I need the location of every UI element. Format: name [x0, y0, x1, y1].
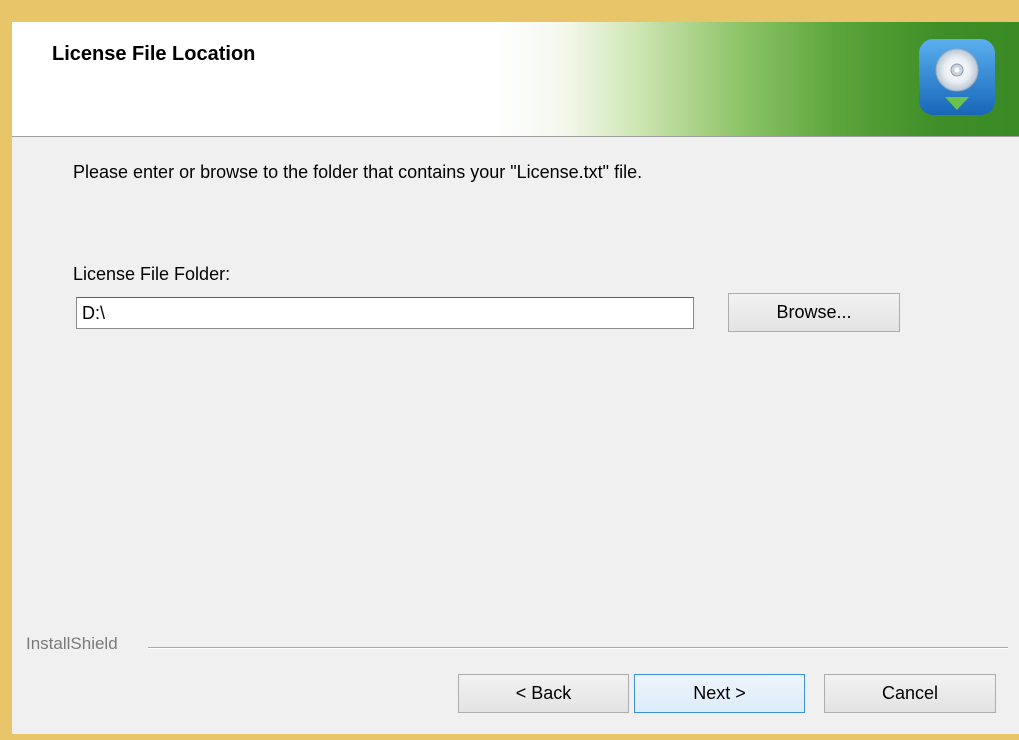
browse-button[interactable]: Browse... — [728, 293, 900, 332]
page-title: License File Location — [52, 43, 256, 65]
next-button[interactable]: Next > — [634, 674, 805, 713]
license-folder-input[interactable] — [76, 297, 694, 329]
back-button[interactable]: < Back — [458, 674, 629, 713]
window-frame-top — [0, 0, 1019, 8]
dialog-header: License File Location — [12, 22, 1019, 137]
install-cd-icon — [919, 39, 995, 115]
instruction-text: Please enter or browse to the folder tha… — [73, 162, 643, 182]
installshield-brand: InstallShield — [26, 634, 118, 653]
license-folder-label: License File Folder: — [73, 264, 231, 284]
footer-divider — [148, 647, 1008, 649]
cancel-button[interactable]: Cancel — [824, 674, 996, 713]
installer-dialog: License File Location Please enter or br… — [12, 22, 1019, 734]
